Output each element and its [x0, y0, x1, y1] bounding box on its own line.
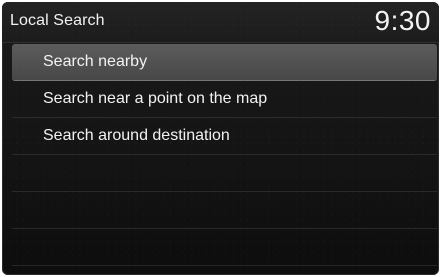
header-bar: Local Search 9:30 — [2, 2, 439, 43]
search-options-list: Search nearby Search near a point on the… — [2, 42, 439, 275]
page-title: Local Search — [10, 12, 105, 29]
menu-item-search-near-point[interactable]: Search near a point on the map — [12, 81, 437, 118]
menu-item-search-around-destination[interactable]: Search around destination — [12, 118, 437, 155]
menu-item-empty-6 — [12, 229, 437, 266]
menu-item-search-nearby[interactable]: Search nearby — [12, 44, 437, 81]
clock: 9:30 — [374, 5, 431, 36]
menu-item-label: Search near a point on the map — [43, 90, 268, 107]
menu-item-label: Search nearby — [43, 53, 148, 70]
menu-item-empty-5 — [12, 192, 437, 229]
menu-item-empty-4 — [12, 155, 437, 192]
device-frame: Local Search 9:30 Search nearby Search n… — [0, 0, 441, 277]
navigation-screen: Local Search 9:30 Search nearby Search n… — [2, 2, 439, 275]
menu-item-label: Search around destination — [43, 127, 230, 144]
